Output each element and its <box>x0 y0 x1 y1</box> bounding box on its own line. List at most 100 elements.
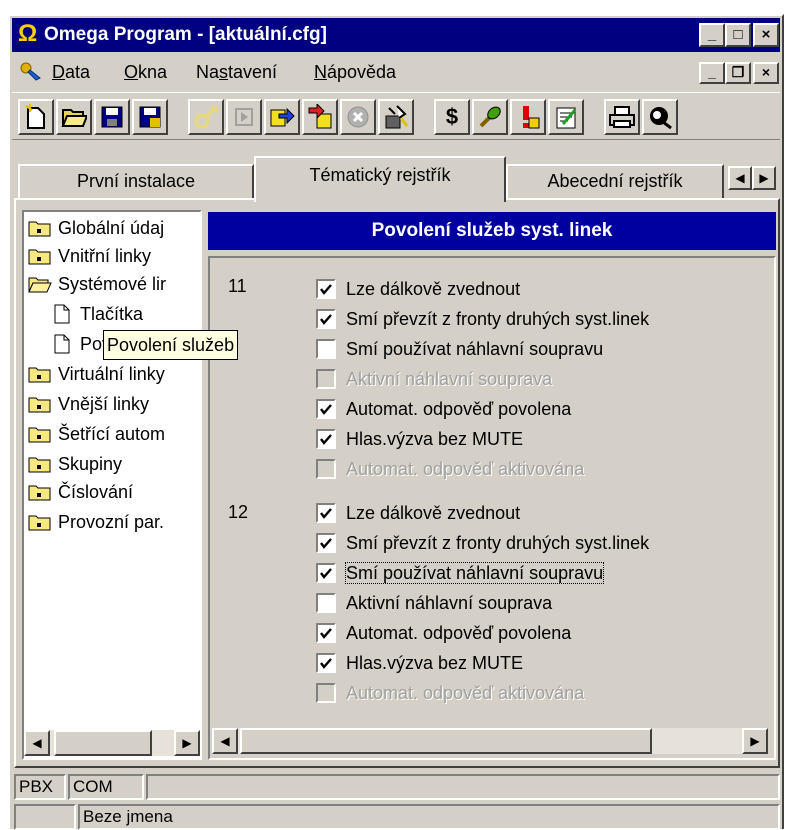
checkbox-row[interactable]: Hlas.výzva bez MUTE <box>316 648 523 678</box>
checkbox-row[interactable]: Hlas.výzva bez MUTE <box>316 424 523 454</box>
checkbox <box>316 459 336 479</box>
connect-icon[interactable] <box>188 99 224 135</box>
checkbox-row: Automat. odpověď aktivována <box>316 454 584 484</box>
folder-icon <box>28 367 51 383</box>
open-folder-icon[interactable] <box>56 99 92 135</box>
menu-data[interactable]: Data <box>52 62 90 83</box>
tree-item-provozni-parametry[interactable]: Provozní par. <box>28 508 164 536</box>
title-bar[interactable]: Ω Omega Program - [aktuální.cfg] _ □ × <box>12 18 780 52</box>
checkbox[interactable] <box>316 429 336 449</box>
alert-icon[interactable] <box>510 99 546 135</box>
options-scroll-thumb[interactable] <box>240 728 652 754</box>
checkbox-label: Smí používat náhlavní soupravu <box>346 339 604 359</box>
checkbox-label: Smí používat náhlavní soupravu <box>344 562 605 584</box>
options-panel: 11 12 Lze dálkově zvednout Smí převzít z… <box>208 256 776 760</box>
tree-horizontal-scrollbar[interactable]: ◀ ▶ <box>24 730 200 756</box>
menu-napoveda[interactable]: Nápověda <box>314 62 396 83</box>
checkbox-label: Aktivní náhlavní souprava <box>346 593 553 613</box>
print-icon[interactable] <box>604 99 640 135</box>
checkbox[interactable] <box>316 309 336 329</box>
checkbox-label: Lze dálkově zvednout <box>346 503 521 523</box>
omega-icon: Ω <box>18 20 38 47</box>
options-scroll-right-button[interactable]: ▶ <box>742 728 768 754</box>
tab-tematicky-rejstrik[interactable]: Tématický rejstřík <box>254 156 506 202</box>
tree-item-cislovani[interactable]: Číslování <box>28 478 133 506</box>
save-as-icon[interactable] <box>132 99 168 135</box>
status-bar: PBX COM <box>12 772 780 802</box>
tree-item-vnitrni-linky[interactable]: Vnitřní linky <box>28 242 151 270</box>
play-icon[interactable] <box>226 99 262 135</box>
tree-item-globalni-udaje[interactable]: Globální údaj <box>28 214 164 242</box>
checkbox[interactable] <box>316 563 336 583</box>
dollar-icon[interactable]: $ <box>434 99 470 135</box>
help-icon[interactable] <box>642 99 678 135</box>
tree-item-tlacitka[interactable]: Tlačítka <box>54 300 143 328</box>
topic-tree[interactable]: Globální údaj Vnitřní linky Systémové li… <box>22 210 202 760</box>
tree-item-systemove-linky[interactable]: Systémové lir <box>28 270 166 298</box>
checkbox[interactable] <box>316 399 336 419</box>
checkbox[interactable] <box>316 593 336 613</box>
window-title: Omega Program - [aktuální.cfg] <box>44 24 327 45</box>
checkbox[interactable] <box>316 279 336 299</box>
tree-item-setrici-automat[interactable]: Šetřící autom <box>28 420 165 448</box>
new-file-icon[interactable] <box>18 99 54 135</box>
menu-nastaveni[interactable]: Nastavení <box>196 62 277 83</box>
checkbox-row[interactable]: Smí převzít z fronty druhých syst.linek <box>316 528 649 558</box>
tab-scroll-left-button[interactable]: ◀ <box>728 166 752 190</box>
tab-strip: První instalace Tématický rejstřík Abece… <box>12 156 780 202</box>
tree-item-skupiny[interactable]: Skupiny <box>28 450 122 478</box>
checkbox <box>316 369 336 389</box>
key-icon[interactable] <box>472 99 508 135</box>
checkbox-row[interactable]: Smí používat náhlavní soupravu <box>316 334 603 364</box>
checkbox[interactable] <box>316 339 336 359</box>
checkbox-label: Aktivní náhlavní souprava <box>346 369 553 389</box>
file-status-bar: Beze jmena <box>12 802 780 830</box>
tree-item-virtualni-linky[interactable]: Virtuální linky <box>28 360 165 388</box>
open-folder-icon <box>28 277 52 293</box>
save-icon[interactable] <box>94 99 130 135</box>
options-horizontal-scrollbar[interactable]: ◀ ▶ <box>212 728 768 754</box>
maximize-button[interactable]: □ <box>725 23 751 47</box>
toolbar: $ <box>12 92 780 140</box>
folder-icon <box>28 397 51 413</box>
tree-scroll-left-button[interactable]: ◀ <box>24 730 50 756</box>
stop-icon[interactable] <box>340 99 376 135</box>
tree-scroll-right-button[interactable]: ▶ <box>174 730 200 756</box>
folder-icon <box>28 249 51 265</box>
checkbox[interactable] <box>316 533 336 553</box>
checkbox[interactable] <box>316 503 336 523</box>
tab-prvni-instalace[interactable]: První instalace <box>18 164 254 200</box>
mdi-restore-button[interactable]: ❐ <box>725 62 751 84</box>
checkbox[interactable] <box>316 653 336 673</box>
panel-header: Povolení služeb syst. linek <box>208 212 776 250</box>
tab-scroll-right-button[interactable]: ▶ <box>752 166 776 190</box>
tree-scroll-thumb[interactable] <box>54 730 152 756</box>
checkbox-row[interactable]: Lze dálkově zvednout <box>316 498 520 528</box>
checkbox[interactable] <box>316 623 336 643</box>
close-button[interactable]: × <box>753 23 779 47</box>
checkbox-row[interactable]: Aktivní náhlavní souprava <box>316 588 552 618</box>
upload-icon[interactable] <box>302 99 338 135</box>
folder-icon <box>28 485 51 501</box>
tree-item-vnejsi-linky[interactable]: Vnější linky <box>28 390 149 418</box>
checkbox-row[interactable]: Automat. odpověď povolena <box>316 394 571 424</box>
checkbox-row: Automat. odpověď aktivována <box>316 678 584 708</box>
checkbox-row[interactable]: Smí převzít z fronty druhých syst.linek <box>316 304 649 334</box>
mdi-close-button[interactable]: × <box>753 62 779 84</box>
notes-icon[interactable] <box>548 99 584 135</box>
checkbox-row[interactable]: Lze dálkově zvednout <box>316 274 520 304</box>
checkbox-label: Lze dálkově zvednout <box>346 279 521 299</box>
mdi-minimize-button[interactable]: _ <box>699 62 725 84</box>
menu-okna[interactable]: Okna <box>124 62 167 83</box>
checkbox-row[interactable]: Automat. odpověď povolena <box>316 618 571 648</box>
download-icon[interactable] <box>264 99 300 135</box>
status-empty <box>146 774 780 800</box>
diagnostics-icon[interactable] <box>378 99 414 135</box>
options-scroll-left-button[interactable]: ◀ <box>212 728 238 754</box>
checkbox-label: Smí převzít z fronty druhých syst.linek <box>346 533 650 553</box>
folder-icon <box>28 221 51 237</box>
menu-app-icon[interactable] <box>18 60 42 87</box>
checkbox-row[interactable]: Smí používat náhlavní soupravu <box>316 558 605 588</box>
tab-abecedni-rejstrik[interactable]: Abecední rejstřík <box>506 164 724 200</box>
minimize-button[interactable]: _ <box>699 23 725 47</box>
